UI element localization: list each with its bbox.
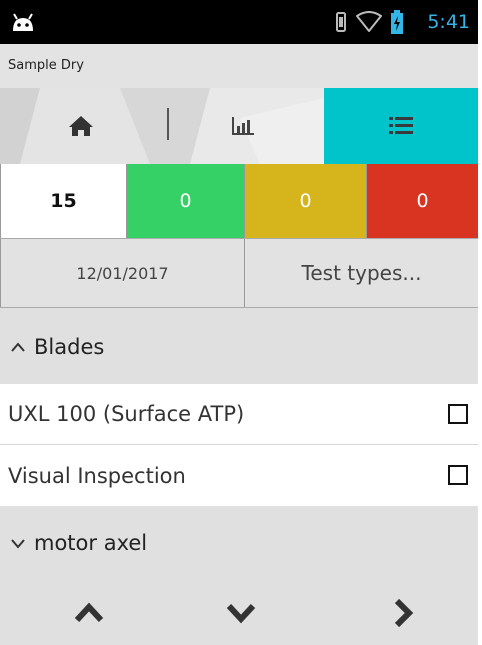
chevron-up-icon xyxy=(11,342,25,352)
app-header: Sample Dry xyxy=(0,44,478,88)
tab-list[interactable] xyxy=(324,88,478,164)
pass-count[interactable]: 0 xyxy=(127,164,245,238)
group-label: Blades xyxy=(34,335,105,359)
home-icon xyxy=(69,116,93,136)
list-icon xyxy=(389,117,413,134)
item-label: UXL 100 (Surface ATP) xyxy=(8,402,245,426)
group-header-blades[interactable]: Blades xyxy=(0,310,478,384)
wifi-icon xyxy=(356,11,382,32)
group-label: motor axel xyxy=(34,531,148,555)
chevron-right-icon xyxy=(394,598,414,628)
group-header-motor-axel[interactable]: motor axel xyxy=(0,506,478,580)
bar-chart-icon xyxy=(232,117,254,135)
nav-up-button[interactable] xyxy=(64,588,114,638)
chevron-down-icon xyxy=(226,603,256,624)
tab-chart[interactable] xyxy=(162,88,324,164)
item-checkbox[interactable] xyxy=(448,404,468,424)
fail-count[interactable]: 0 xyxy=(367,164,478,238)
battery-charging-icon xyxy=(391,10,403,34)
nav-next-button[interactable] xyxy=(378,588,428,638)
date-button[interactable]: 12/01/2017 xyxy=(0,239,245,307)
clock: 5:41 xyxy=(427,11,470,33)
chevron-up-icon xyxy=(74,602,104,623)
bottom-nav xyxy=(0,580,478,645)
nav-down-button[interactable] xyxy=(216,588,266,638)
item-checkbox[interactable] xyxy=(448,465,468,485)
chevron-down-icon xyxy=(11,539,25,549)
android-icon xyxy=(13,13,33,31)
screen-edge xyxy=(478,0,482,645)
tab-bar xyxy=(0,88,478,164)
list-item[interactable]: UXL 100 (Surface ATP) xyxy=(0,384,478,445)
result-counters: 15 0 0 0 xyxy=(0,164,478,238)
filter-row: 12/01/2017 Test types... xyxy=(0,238,478,308)
vibrate-icon xyxy=(336,12,346,32)
status-bar: 5:41 xyxy=(0,0,478,44)
total-count[interactable]: 15 xyxy=(0,164,127,238)
tab-home[interactable] xyxy=(0,88,162,164)
item-label: Visual Inspection xyxy=(8,463,186,488)
app-title: Sample Dry xyxy=(8,58,84,73)
test-types-button[interactable]: Test types... xyxy=(245,239,478,307)
caution-count[interactable]: 0 xyxy=(245,164,367,238)
list-item[interactable]: Visual Inspection xyxy=(0,445,478,506)
